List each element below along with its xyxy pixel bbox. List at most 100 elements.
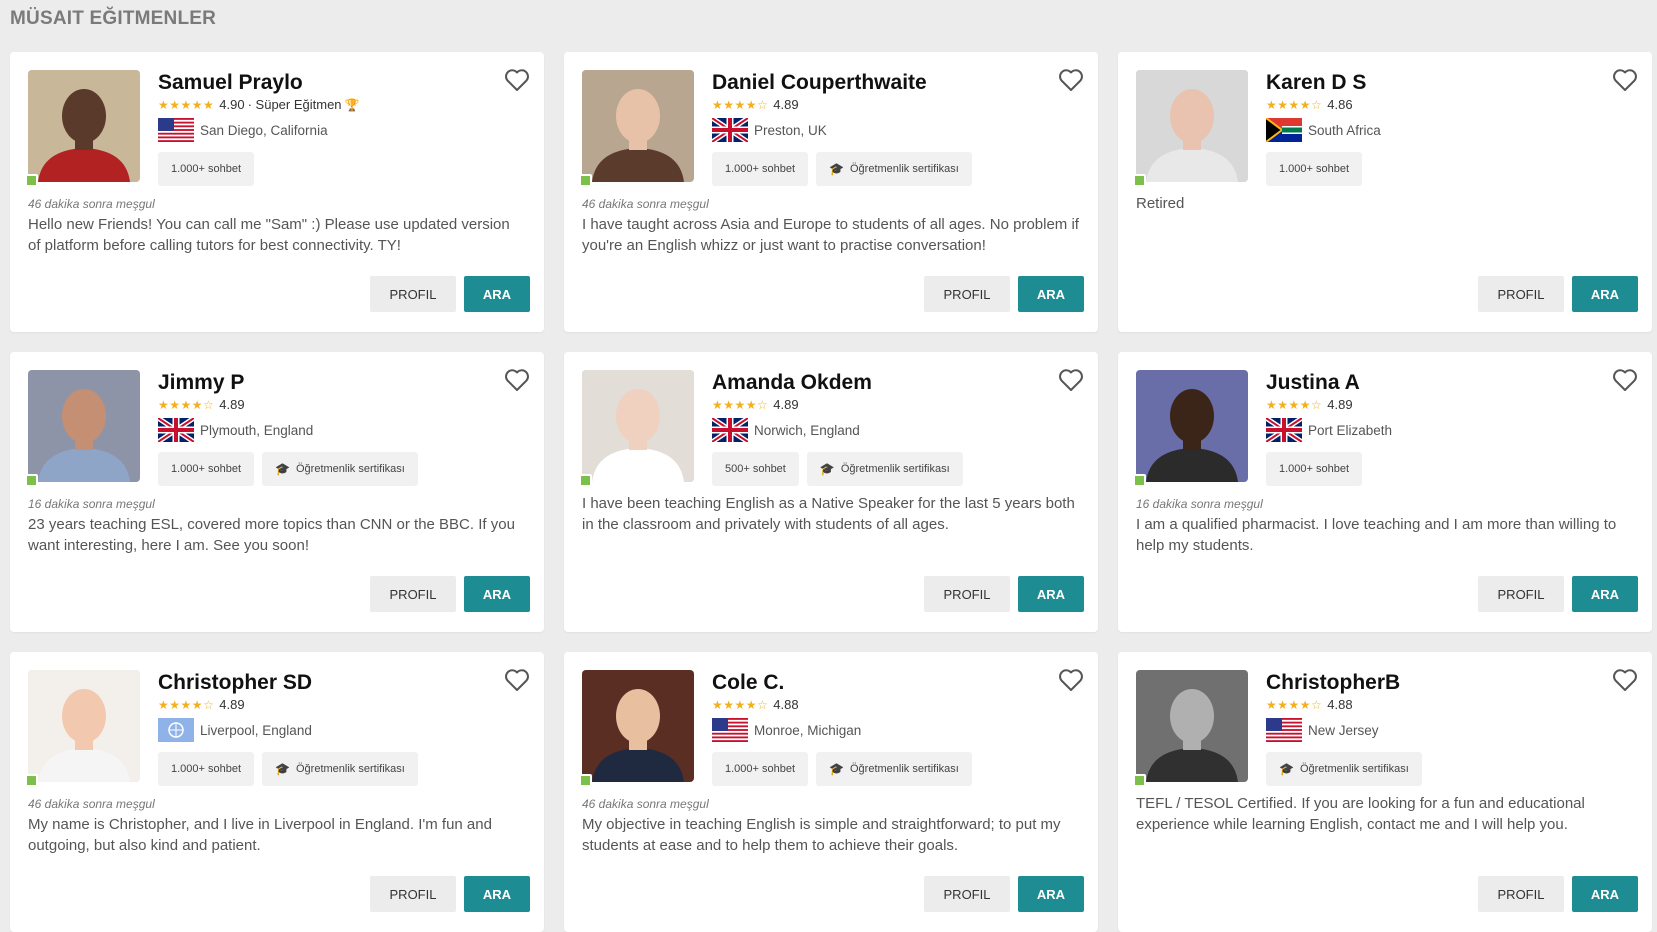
tutor-name[interactable]: Cole C. [712, 670, 1038, 695]
tutor-info: ChristopherB ★★★★☆ 4.88 New Jersey 🎓 Öğre… [1266, 670, 1592, 786]
tutor-bio: I am a qualified pharmacist. I love teac… [1136, 516, 1617, 554]
star-rating-icon: ★★★★☆ [1266, 697, 1323, 712]
call-button[interactable]: ARA [464, 876, 530, 912]
profile-button[interactable]: PROFIL [924, 876, 1010, 912]
tutor-name[interactable]: Amanda Okdem [712, 370, 1038, 395]
badges: 500+ sohbet 🎓 Öğretmenlik sertifikası [712, 452, 1038, 486]
call-button[interactable]: ARA [1572, 576, 1638, 612]
favorite-heart-icon[interactable] [1612, 368, 1638, 392]
tutor-name[interactable]: Christopher SD [158, 670, 484, 695]
tutor-name[interactable]: Justina A [1266, 370, 1592, 395]
tutor-card: ChristopherB ★★★★☆ 4.88 New Jersey 🎓 Öğre… [1118, 652, 1652, 932]
tutor-card: Christopher SD ★★★★☆ 4.89 Liverpool, Eng… [10, 652, 544, 932]
tutor-name[interactable]: ChristopherB [1266, 670, 1592, 695]
profile-button[interactable]: PROFIL [370, 576, 456, 612]
call-button[interactable]: ARA [1018, 276, 1084, 312]
chat-count-badge: 1.000+ sohbet [1266, 152, 1363, 186]
favorite-heart-icon[interactable] [1612, 68, 1638, 92]
location: South Africa [1266, 118, 1592, 142]
tutor-bio: 23 years teaching ESL, covered more topi… [28, 516, 515, 554]
tutor-photo[interactable] [1136, 670, 1248, 782]
call-button[interactable]: ARA [1572, 276, 1638, 312]
location-text: Preston, UK [754, 122, 827, 138]
profile-button[interactable]: PROFIL [370, 276, 456, 312]
tutor-name[interactable]: Samuel Praylo [158, 70, 484, 95]
location: Preston, UK [712, 118, 1038, 142]
rating-value: 4.86 [1327, 97, 1353, 112]
location-text: Liverpool, England [200, 722, 312, 738]
online-indicator [1133, 174, 1146, 187]
tutor-photo[interactable] [582, 70, 694, 182]
favorite-heart-icon[interactable] [504, 368, 530, 392]
south-africa-flag-icon [1266, 118, 1302, 142]
tutor-card: Amanda Okdem ★★★★☆ 4.89 Norwich, England… [564, 352, 1098, 632]
tutor-photo[interactable] [28, 670, 140, 782]
busy-status: 46 dakika sonra meşgul [28, 797, 155, 811]
chat-count-badge: 1.000+ sohbet [158, 452, 255, 486]
profile-button[interactable]: PROFIL [1478, 576, 1564, 612]
favorite-heart-icon[interactable] [504, 68, 530, 92]
tutor-photo[interactable] [28, 370, 140, 482]
tutor-photo[interactable] [1136, 370, 1248, 482]
profile-button[interactable]: PROFIL [1478, 876, 1564, 912]
location-text: Monroe, Michigan [754, 722, 862, 738]
certificate-label: Öğretmenlik sertifikası [850, 763, 959, 775]
location: Plymouth, England [158, 418, 484, 442]
favorite-heart-icon[interactable] [1058, 68, 1084, 92]
badges: 1.000+ sohbet [158, 152, 484, 186]
graduation-cap-icon: 🎓 [829, 162, 844, 176]
tutor-photo-image [1136, 70, 1248, 182]
call-button[interactable]: ARA [1018, 876, 1084, 912]
call-button[interactable]: ARA [464, 576, 530, 612]
tutor-name[interactable]: Daniel Couperthwaite [712, 70, 1038, 95]
uk-flag-icon [158, 418, 194, 442]
favorite-heart-icon[interactable] [1058, 668, 1084, 692]
favorite-heart-icon[interactable] [1058, 368, 1084, 392]
chat-count-badge: 1.000+ sohbet [712, 152, 809, 186]
chat-count-badge: 1.000+ sohbet [158, 152, 255, 186]
tutor-photo-image [28, 670, 140, 782]
tutor-bio: I have taught across Asia and Europe to … [582, 216, 1079, 254]
location: Norwich, England [712, 418, 1038, 442]
card-actions: PROFIL ARA [924, 276, 1084, 312]
tutor-photo[interactable] [1136, 70, 1248, 182]
us-flag-icon [158, 118, 194, 142]
badges: 🎓 Öğretmenlik sertifikası [1266, 752, 1592, 786]
graduation-cap-icon: 🎓 [819, 462, 835, 476]
tutor-photo[interactable] [582, 670, 694, 782]
tutor-photo[interactable] [582, 370, 694, 482]
call-button[interactable]: ARA [1572, 876, 1638, 912]
rating: ★★★★☆ 4.89 [712, 397, 1038, 412]
profile-button[interactable]: PROFIL [1478, 276, 1564, 312]
badges: 1.000+ sohbet 🎓 Öğretmenlik sertifikası [712, 152, 1038, 186]
rating-value: 4.90 [219, 97, 245, 112]
call-button[interactable]: ARA [1018, 576, 1084, 612]
tutor-info: Daniel Couperthwaite ★★★★☆ 4.89 Preston,… [712, 70, 1038, 186]
tutor-info: Jimmy P ★★★★☆ 4.89 Plymouth, England 1.0… [158, 370, 484, 486]
tutor-bio: My name is Christopher, and I live in Li… [28, 816, 492, 854]
uk-flag-icon [712, 418, 748, 442]
rating-value: 4.89 [773, 97, 799, 112]
graduation-cap-icon: 🎓 [275, 462, 290, 476]
chat-count-badge: 500+ sohbet [712, 452, 799, 486]
profile-button[interactable]: PROFIL [924, 276, 1010, 312]
tutor-photo-image [1136, 370, 1248, 482]
profile-button[interactable]: PROFIL [370, 876, 456, 912]
certificate-badge: 🎓 Öğretmenlik sertifikası [816, 752, 972, 786]
tutor-photo-image [582, 370, 694, 482]
certificate-label: Öğretmenlik sertifikası [1299, 763, 1409, 775]
profile-button[interactable]: PROFIL [924, 576, 1010, 612]
online-indicator [579, 774, 592, 787]
favorite-heart-icon[interactable] [1612, 668, 1638, 692]
badges: 1.000+ sohbet 🎓 Öğretmenlik sertifikası [712, 752, 1038, 786]
online-indicator [579, 474, 592, 487]
tutor-photo-image [28, 370, 140, 482]
call-button[interactable]: ARA [464, 276, 530, 312]
tutor-photo[interactable] [28, 70, 140, 182]
tutor-name[interactable]: Karen D S [1266, 70, 1592, 95]
tutor-name[interactable]: Jimmy P [158, 370, 484, 395]
favorite-heart-icon[interactable] [504, 668, 530, 692]
badges: 1.000+ sohbet 🎓 Öğretmenlik sertifikası [158, 752, 484, 786]
location-text: New Jersey [1308, 722, 1379, 738]
super-tutor-label: · Süper Eğitmen [247, 97, 342, 112]
